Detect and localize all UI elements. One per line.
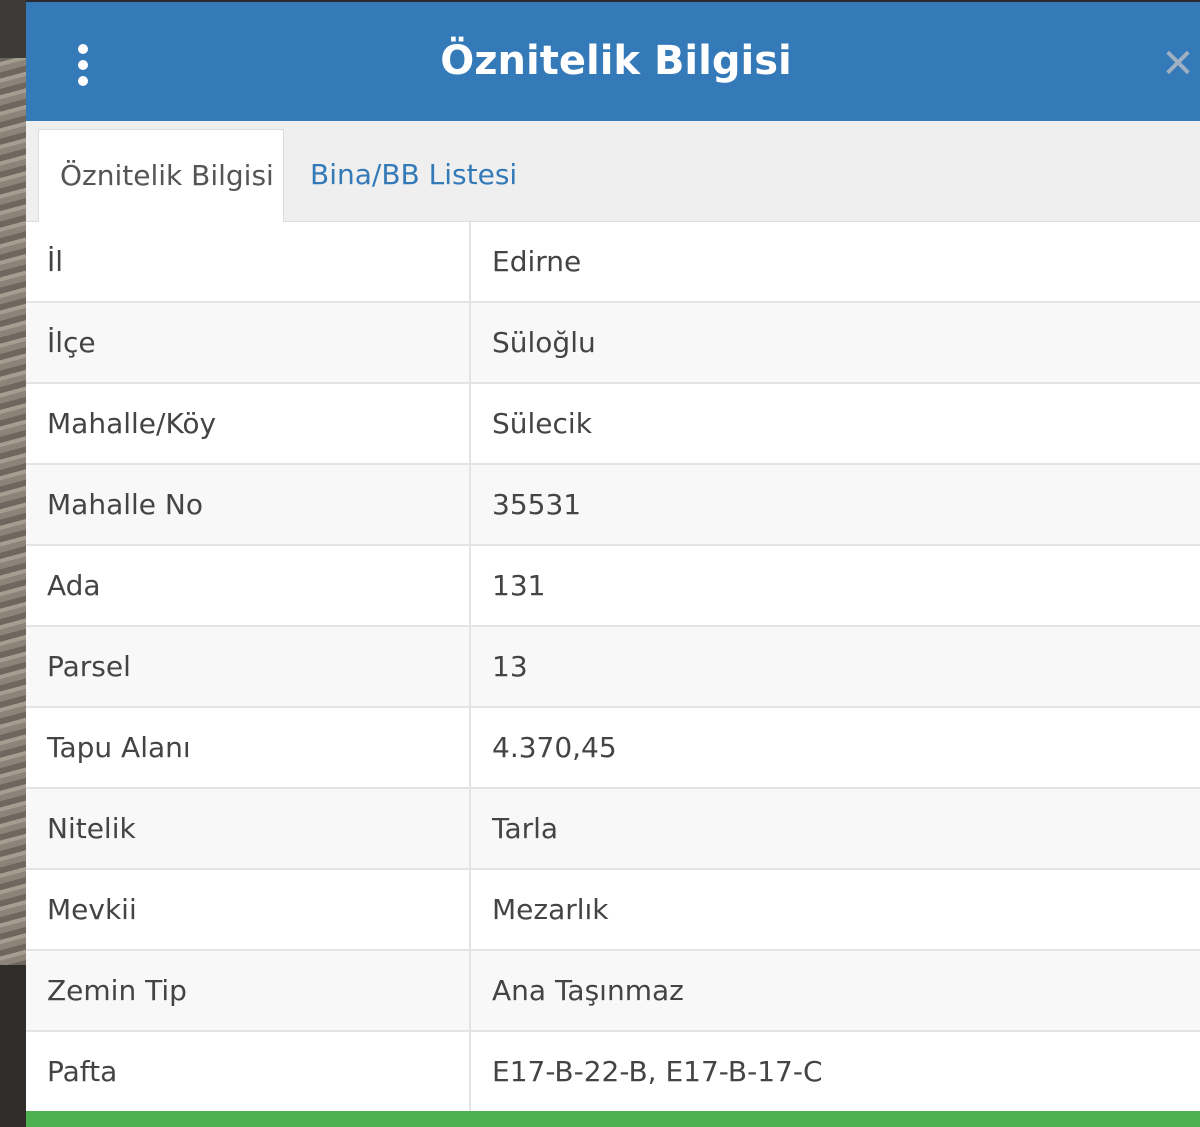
table-row: İlçe Süloğlu	[26, 302, 1200, 384]
attribute-info-panel: Öznitelik Bilgisi ✕ Öznitelik Bilgisi Bi…	[26, 2, 1200, 1127]
close-icon[interactable]: ✕	[1156, 44, 1200, 84]
attribute-value: Ana Taşınmaz	[470, 950, 1200, 1032]
table-row: İl Edirne	[26, 222, 1200, 303]
attribute-key: Mahalle No	[26, 464, 471, 546]
panel-title: Öznitelik Bilgisi	[440, 38, 792, 84]
attribute-value: 35531	[470, 464, 1200, 546]
attribute-key: Parsel	[26, 626, 471, 708]
table-row: Nitelik Tarla	[26, 788, 1200, 870]
attribute-key: Pafta	[26, 1031, 471, 1113]
attribute-key: Mevkii	[26, 869, 471, 951]
table-row: Mahalle/Köy Sülecik	[26, 383, 1200, 465]
attribute-value: 131	[470, 545, 1200, 627]
attribute-key: Nitelik	[26, 788, 471, 870]
map-background	[0, 0, 26, 1127]
tab-attribute-info[interactable]: Öznitelik Bilgisi	[38, 129, 284, 223]
bottom-action-bar	[26, 1111, 1200, 1127]
panel-header: Öznitelik Bilgisi ✕	[26, 2, 1200, 121]
table-row: Mevkii Mezarlık	[26, 869, 1200, 951]
table-row: Zemin Tip Ana Taşınmaz	[26, 950, 1200, 1032]
attribute-value: Edirne	[470, 222, 1200, 303]
attribute-value: 4.370,45	[470, 707, 1200, 789]
table-row: Mahalle No 35531	[26, 464, 1200, 546]
map-bottom-area	[0, 965, 26, 1127]
attribute-key: Ada	[26, 545, 471, 627]
attribute-value: Tarla	[470, 788, 1200, 870]
attribute-key: İlçe	[26, 302, 471, 384]
attribute-key: Zemin Tip	[26, 950, 471, 1032]
attribute-table: İl Edirne İlçe Süloğlu Mahalle/Köy Sülec…	[26, 222, 1200, 1113]
attribute-key: Mahalle/Köy	[26, 383, 471, 465]
attribute-value: 13	[470, 626, 1200, 708]
tab-building-list[interactable]: Bina/BB Listesi	[289, 129, 538, 221]
table-row: Pafta E17-B-22-B, E17-B-17-C	[26, 1031, 1200, 1113]
tab-bar: Öznitelik Bilgisi Bina/BB Listesi	[26, 121, 1200, 223]
attribute-key: İl	[26, 222, 471, 303]
table-row: Ada 131	[26, 545, 1200, 627]
attribute-value: Mezarlık	[470, 869, 1200, 951]
attribute-value: Süloğlu	[470, 302, 1200, 384]
attribute-key: Tapu Alanı	[26, 707, 471, 789]
table-row: Parsel 13	[26, 626, 1200, 708]
map-top-strip	[0, 0, 26, 58]
attribute-value: Sülecik	[470, 383, 1200, 465]
attribute-value: E17-B-22-B, E17-B-17-C	[470, 1031, 1200, 1113]
table-row: Tapu Alanı 4.370,45	[26, 707, 1200, 789]
